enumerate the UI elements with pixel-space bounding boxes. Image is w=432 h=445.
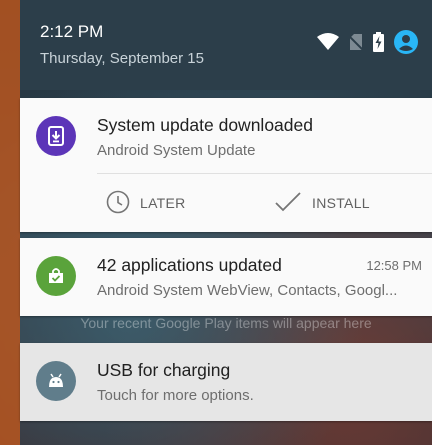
no-sim-icon xyxy=(349,33,363,51)
notification-subtitle: Android System WebView, Contacts, Googl.… xyxy=(97,282,398,299)
clock-icon xyxy=(106,190,130,217)
android-icon xyxy=(36,361,76,401)
clock-time: 2:12 PM xyxy=(40,22,104,41)
notification-time: 12:58 PM xyxy=(366,258,422,273)
battery-charging-icon xyxy=(373,32,384,52)
actions-divider xyxy=(97,173,432,174)
later-button[interactable]: LATER xyxy=(106,188,186,218)
install-button[interactable]: INSTALL xyxy=(274,188,370,218)
check-icon xyxy=(274,191,302,216)
notification-usb-charging[interactable]: USB for charging Touch for more options. xyxy=(20,343,432,421)
wifi-icon xyxy=(317,33,339,51)
wallpaper-edge xyxy=(0,0,20,445)
notification-system-update[interactable]: System update downloaded Android System … xyxy=(20,98,432,232)
notification-subtitle: Android System Update xyxy=(97,142,256,159)
later-label: LATER xyxy=(140,195,186,211)
notification-shade-header[interactable]: 2:12 PM Thursday, September 15 xyxy=(20,0,432,90)
account-icon[interactable] xyxy=(394,30,418,54)
notification-title: USB for charging xyxy=(97,360,231,380)
background-hint-text: Your recent Google Play items will appea… xyxy=(80,316,372,331)
system-update-icon xyxy=(36,116,76,156)
notification-apps-updated[interactable]: 42 applications updated 12:58 PM Android… xyxy=(20,238,432,316)
date-label[interactable]: Thursday, September 15 xyxy=(40,50,204,67)
wallpaper-bottom xyxy=(20,421,432,445)
status-icons xyxy=(317,30,418,54)
notification-title: 42 applications updated xyxy=(97,255,282,275)
play-store-updates-icon xyxy=(36,256,76,296)
notification-subtitle: Touch for more options. xyxy=(97,387,254,404)
notification-title: System update downloaded xyxy=(97,115,313,135)
install-label: INSTALL xyxy=(312,195,370,211)
